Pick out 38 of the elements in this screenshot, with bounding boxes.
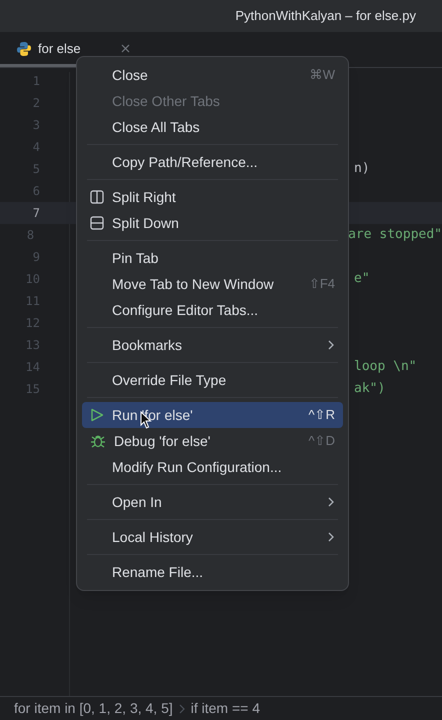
menu-item[interactable]: Local History bbox=[82, 524, 343, 550]
bug-icon bbox=[90, 434, 106, 448]
menu-item[interactable]: Configure Editor Tabs... bbox=[82, 297, 343, 323]
menu-item[interactable]: Debug 'for else' ^⇧D bbox=[82, 428, 343, 454]
menu-item[interactable]: Split Right bbox=[82, 184, 343, 210]
breadcrumb-item[interactable]: for item in [0, 1, 2, 3, 4, 5] bbox=[14, 698, 173, 719]
chevron-right-icon bbox=[327, 531, 335, 543]
window-title: PythonWithKalyan – for else.py bbox=[235, 7, 416, 26]
menu-item[interactable]: Open In bbox=[82, 489, 343, 515]
menu-item[interactable]: Move Tab to New Window ⇧F4 bbox=[82, 271, 343, 297]
menu-item[interactable]: Copy Path/Reference... bbox=[82, 149, 343, 175]
code-text: n) bbox=[354, 160, 370, 178]
menu-item[interactable]: Pin Tab bbox=[82, 245, 343, 271]
shortcut-label: ^⇧R bbox=[308, 406, 335, 424]
chevron-right-icon bbox=[178, 704, 185, 714]
shortcut-label: ^⇧D bbox=[308, 432, 335, 450]
menu-item[interactable]: Rename File... bbox=[82, 559, 343, 585]
menu-item[interactable]: Bookmarks bbox=[82, 332, 343, 358]
breadcrumb-item[interactable]: if item == 4 bbox=[190, 698, 260, 719]
split-right-icon bbox=[90, 190, 104, 204]
shortcut-label: ⇧F4 bbox=[308, 275, 335, 294]
python-logo-icon bbox=[16, 40, 32, 56]
menu-item[interactable]: Close All Tabs bbox=[82, 114, 343, 140]
tab-label: for else bbox=[38, 40, 81, 58]
code-text: loop \n" bbox=[354, 358, 417, 376]
code-text: e" bbox=[354, 270, 370, 288]
code-text: are stopped" bbox=[348, 226, 442, 244]
chevron-right-icon bbox=[327, 496, 335, 508]
close-icon[interactable] bbox=[120, 44, 130, 53]
menu-item[interactable]: Override File Type bbox=[82, 367, 343, 393]
split-down-icon bbox=[90, 216, 104, 230]
chevron-right-icon bbox=[327, 339, 335, 351]
menu-item[interactable]: Split Down bbox=[82, 210, 343, 236]
play-icon bbox=[90, 408, 104, 422]
menu-item[interactable]: Modify Run Configuration... bbox=[82, 454, 343, 480]
line-number: 7 bbox=[32, 205, 40, 222]
shortcut-label: ⌘W bbox=[310, 66, 335, 84]
code-text: ak") bbox=[354, 380, 386, 398]
